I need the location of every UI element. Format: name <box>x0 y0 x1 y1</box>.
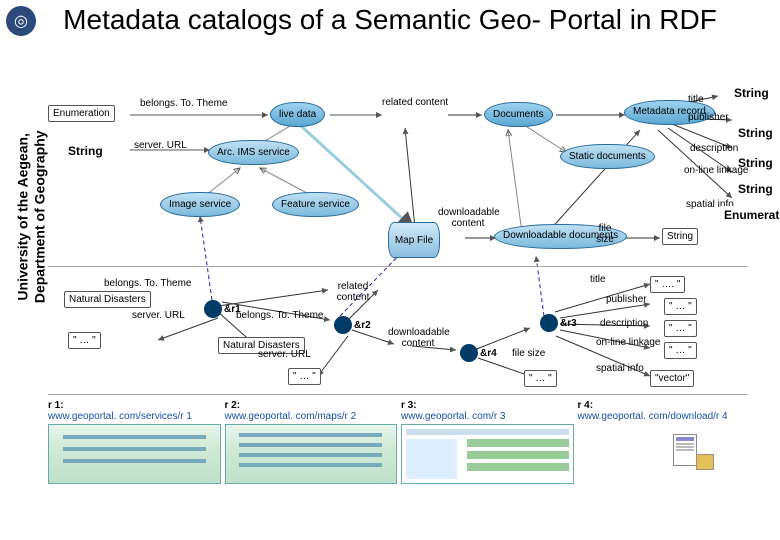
instance-r3: &r3 <box>560 318 577 329</box>
r1-theme: Natural Disasters <box>64 291 151 308</box>
instance-r2-dot <box>334 316 352 334</box>
footer-refs: r 1: www.geoportal. com/services/r 1 r 2… <box>48 400 748 534</box>
ref-r1-url[interactable]: www.geoportal. com/services/r 1 <box>48 411 192 422</box>
r3-description: description <box>600 318 648 329</box>
ref-r4-label: r 4: <box>578 400 594 411</box>
instance-r4: &r4 <box>480 348 497 359</box>
instance-r1-dot <box>204 300 222 318</box>
r3-online-linkage: on-line linkage <box>596 338 661 348</box>
r3-publisher: publisher <box>606 294 647 305</box>
r3-link-val: " … " <box>664 342 697 359</box>
prop-downloadable-content: downloadable content <box>438 208 498 229</box>
ref-r4-thumb <box>578 424 749 482</box>
r3-title-val: " …. " <box>650 276 685 293</box>
slide: ◎ Metadata catalogs of a Semantic Geo- P… <box>0 0 780 540</box>
ref-r1-label: r 1: <box>48 400 64 411</box>
ref-r1: r 1: www.geoportal. com/services/r 1 <box>48 400 219 534</box>
prop-online-linkage: on-line linkage <box>684 166 749 176</box>
ref-r4-url[interactable]: www.geoportal. com/download/r 4 <box>578 411 728 422</box>
affiliation-line2: Department of Geography <box>31 130 47 303</box>
r2-downloadable-content: downloadable content <box>388 328 448 349</box>
r3-spatial-info: spatial info <box>596 364 644 374</box>
r2-serverURL: server. URL <box>258 349 311 360</box>
class-image-service: Image service <box>160 192 240 217</box>
r3-pub-val: " … " <box>664 298 697 315</box>
type-string-1: String <box>730 84 773 102</box>
ref-r2: r 2: www.geoportal. com/maps/r 2 <box>225 400 396 534</box>
slide-title: Metadata catalogs of a Semantic Geo- Por… <box>55 4 725 36</box>
r2-belongsToTheme: belongs. To. Theme <box>236 310 323 321</box>
class-static-documents: Static documents <box>560 144 655 169</box>
r3-spatial-val: "vector" <box>650 370 694 387</box>
prop-description: description <box>690 143 738 154</box>
type-enumeration-2: Enumeration <box>720 206 780 224</box>
ref-r3-thumb <box>401 424 574 484</box>
document-icon <box>673 434 697 466</box>
r3-title: title <box>590 274 606 285</box>
class-enumeration: Enumeration <box>48 105 115 122</box>
r4-file-size: file size <box>512 348 545 359</box>
r2-url-val: " … " <box>288 368 321 385</box>
r1-url-val: " … " <box>68 332 101 349</box>
type-string-4: String <box>734 180 777 198</box>
class-map-file: Map File <box>388 222 440 258</box>
ref-r2-url[interactable]: www.geoportal. com/maps/r 2 <box>225 411 357 422</box>
class-live-data: live data <box>270 102 325 127</box>
ref-r2-label: r 2: <box>225 400 241 411</box>
instance-r3-dot <box>540 314 558 332</box>
instance-r4-dot <box>460 344 478 362</box>
class-feature-service: Feature service <box>272 192 359 217</box>
ref-r3: r 3: www.geoportal. com/r 3 <box>401 400 572 534</box>
prop-title: title <box>688 94 704 105</box>
type-string-left: String <box>64 142 107 160</box>
ref-r1-thumb <box>48 424 221 484</box>
prop-file-size: file size <box>590 224 620 245</box>
r1-serverURL: server. URL <box>132 310 185 321</box>
prop-serverURL: server. URL <box>134 140 187 151</box>
org-logo: ◎ <box>6 6 36 36</box>
affiliation: University of the Aegean, Department of … <box>15 130 49 303</box>
ref-r2-thumb <box>225 424 398 484</box>
affiliation-line1: University of the Aegean, <box>15 133 31 301</box>
instance-r2: &r2 <box>354 320 371 331</box>
prop-belongsToTheme: belongs. To. Theme <box>140 98 227 109</box>
class-documents: Documents <box>484 102 553 127</box>
r3-desc-val: " … " <box>664 320 697 337</box>
r4-size-val: " … " <box>524 370 557 387</box>
prop-publisher: publisher <box>688 112 729 123</box>
class-arcims: Arc. IMS service <box>208 140 299 165</box>
type-string-fs: String <box>662 228 698 245</box>
r1-related-content: related content <box>328 282 378 303</box>
r1-belongsToTheme: belongs. To. Theme <box>104 278 191 289</box>
ref-r3-url[interactable]: www.geoportal. com/r 3 <box>401 411 506 422</box>
prop-related-content: related content <box>382 98 448 109</box>
ref-r3-label: r 3: <box>401 400 417 411</box>
type-string-2: String <box>734 124 777 142</box>
ref-r4: r 4: www.geoportal. com/download/r 4 <box>578 400 749 534</box>
